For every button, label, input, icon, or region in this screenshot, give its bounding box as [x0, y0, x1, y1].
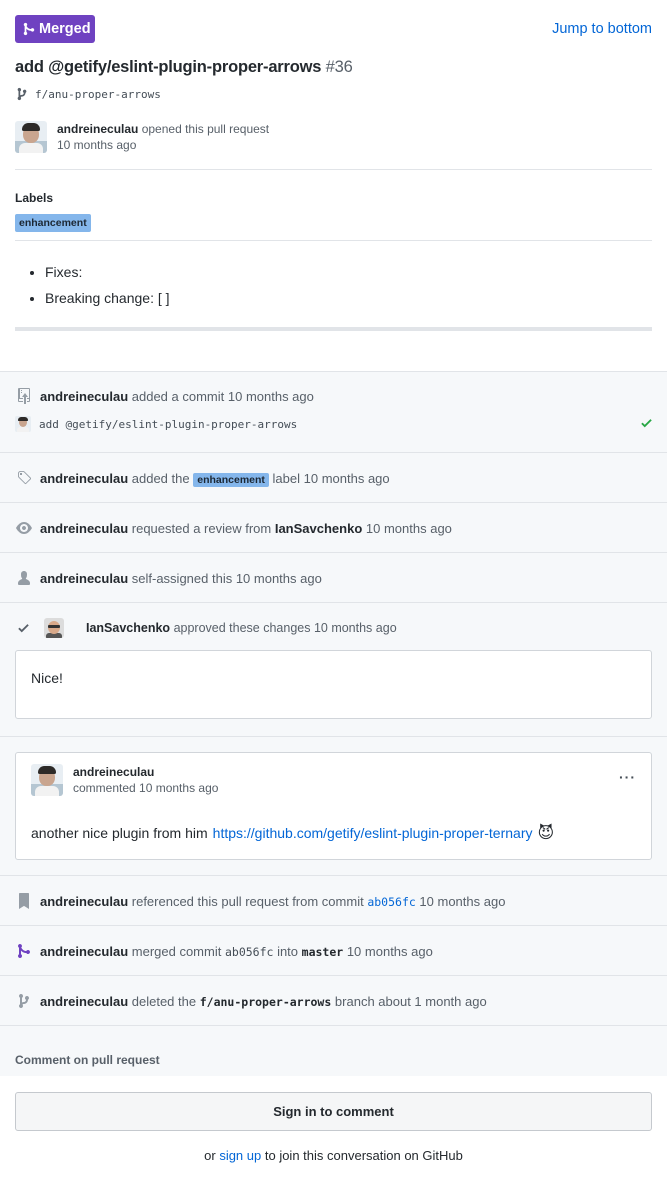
timeline-reference-event: andreineculau referenced this pull reque… [0, 875, 667, 925]
pr-opener: andreineculau opened this pull request 1… [15, 121, 269, 153]
reference-text: referenced this pull request from commit [131, 893, 364, 909]
list-item: Fixes: [45, 259, 170, 285]
comment-footer: Comment on pull request Sign in to comme… [0, 1026, 667, 1180]
assign-author[interactable]: andreineculau [40, 571, 128, 586]
review-comment-card: Nice! [15, 650, 652, 719]
pr-body-list: Fixes: Breaking change: [ ] [45, 259, 170, 311]
git-branch-icon [17, 87, 27, 101]
label-event-time: label 10 months ago [272, 470, 390, 486]
comment-meta: commented 10 months ago [73, 781, 219, 795]
delete-author[interactable]: andreineculau [40, 994, 128, 1009]
timeline-assign-event: andreineculau self-assigned this 10 mont… [0, 552, 667, 602]
comment-link[interactable]: https://github.com/getify/eslint-plugin-… [213, 825, 533, 841]
avatar[interactable] [31, 764, 63, 796]
bookmark-icon [15, 893, 32, 909]
reviewer-username[interactable]: IanSavchenko [275, 521, 362, 536]
label-enhancement[interactable]: enhancement [193, 472, 269, 487]
assign-text: self-assigned this 10 months ago [131, 570, 322, 586]
commit-message[interactable]: add @getify/eslint-plugin-proper-arrows [39, 418, 297, 431]
signup-or: or [204, 1148, 216, 1163]
opened-time: 10 months ago [57, 138, 137, 152]
merged-status-badge: Merged [15, 15, 95, 43]
merge-target-branch[interactable]: master [302, 945, 344, 959]
head-branch: f/anu-proper-arrows [17, 87, 161, 101]
avatar[interactable] [44, 618, 64, 638]
body-divider [15, 327, 652, 331]
opened-text: opened this pull request [141, 122, 270, 136]
repo-push-icon [15, 388, 32, 404]
delete-text: deleted the [131, 993, 197, 1009]
merged-status-text: Merged [39, 21, 91, 37]
timeline-comment: andreineculau commented 10 months ago ··… [0, 736, 667, 875]
git-merge-icon [15, 943, 32, 959]
timeline-merge-event: andreineculau merged commit ab056fc into… [0, 925, 667, 975]
review-requester[interactable]: andreineculau [40, 521, 128, 536]
label-enhancement[interactable]: enhancement [15, 214, 91, 232]
opener-info: andreineculau opened this pull request 1… [57, 121, 269, 153]
approver-username[interactable]: IanSavchenko [86, 621, 170, 635]
merge-time: 10 months ago [346, 943, 433, 959]
tag-icon [15, 470, 32, 486]
merge-text: merged commit [131, 943, 222, 959]
reference-author[interactable]: andreineculau [40, 894, 128, 909]
timeline-commit-event: andreineculau added a commit 10 months a… [0, 371, 667, 452]
pr-title-text: add @getify/eslint-plugin-proper-arrows [15, 58, 322, 76]
git-branch-icon [15, 993, 32, 1009]
timeline-label-event: andreineculau added the enhancement labe… [0, 452, 667, 502]
check-icon[interactable] [640, 416, 653, 433]
person-icon [15, 570, 32, 586]
reference-commit-sha[interactable]: ab056fc [367, 895, 415, 909]
review-request-text: requested a review from [131, 520, 272, 536]
list-item: Breaking change: [ ] [45, 285, 170, 311]
smiling-imp-emoji: 😈 [537, 825, 555, 842]
avatar[interactable] [15, 416, 31, 432]
sign-up-link[interactable]: sign up [219, 1148, 261, 1163]
merge-into-text: into [277, 943, 299, 959]
comment-author[interactable]: andreineculau [73, 765, 154, 779]
signup-rest: to join this conversation on GitHub [264, 1148, 463, 1163]
divider [15, 169, 652, 170]
jump-to-bottom-link[interactable]: Jump to bottom [552, 21, 652, 37]
reference-time: 10 months ago [419, 893, 506, 909]
review-comment-text: Nice! [31, 670, 63, 686]
pr-number: #36 [325, 58, 353, 76]
label-event-author[interactable]: andreineculau [40, 471, 128, 486]
delete-time: branch about 1 month ago [334, 993, 487, 1009]
label-event-text: added the [131, 470, 190, 486]
opener-username[interactable]: andreineculau [57, 122, 138, 136]
comment-card: andreineculau commented 10 months ago ··… [15, 752, 652, 860]
pr-header: Merged Jump to bottom add @getify/eslint… [0, 0, 667, 372]
merge-author[interactable]: andreineculau [40, 944, 128, 959]
sign-in-to-comment-button[interactable]: Sign in to comment [15, 1092, 652, 1131]
pr-title: add @getify/eslint-plugin-proper-arrows … [15, 58, 353, 77]
timeline: andreineculau added a commit 10 months a… [0, 371, 667, 1180]
comment-text: another nice plugin from him [31, 825, 208, 841]
head-branch-name: f/anu-proper-arrows [35, 87, 161, 101]
timeline-review-approved-event: IanSavchenko approved these changes 10 m… [0, 602, 667, 736]
divider [15, 240, 652, 241]
review-request-time: 10 months ago [365, 520, 452, 536]
check-icon [15, 621, 32, 635]
timeline-branch-deleted-event: andreineculau deleted the f/anu-proper-a… [0, 975, 667, 1026]
more-options-icon[interactable]: ··· [619, 769, 636, 785]
commit-action: added a commit 10 months ago [131, 388, 314, 404]
labels-heading: Labels [15, 191, 54, 205]
signup-prompt: or sign up to join this conversation on … [0, 1148, 667, 1163]
approval-text: approved these changes 10 months ago [173, 621, 397, 635]
eye-icon [15, 520, 32, 536]
avatar[interactable] [15, 121, 47, 153]
git-merge-icon [23, 22, 35, 36]
merge-commit-sha[interactable]: ab056fc [225, 945, 273, 959]
deleted-branch-name: f/anu-proper-arrows [199, 994, 332, 1009]
comment-heading: Comment on pull request [15, 1053, 160, 1067]
timeline-review-request-event: andreineculau requested a review from Ia… [0, 502, 667, 552]
commit-author[interactable]: andreineculau [40, 389, 128, 404]
